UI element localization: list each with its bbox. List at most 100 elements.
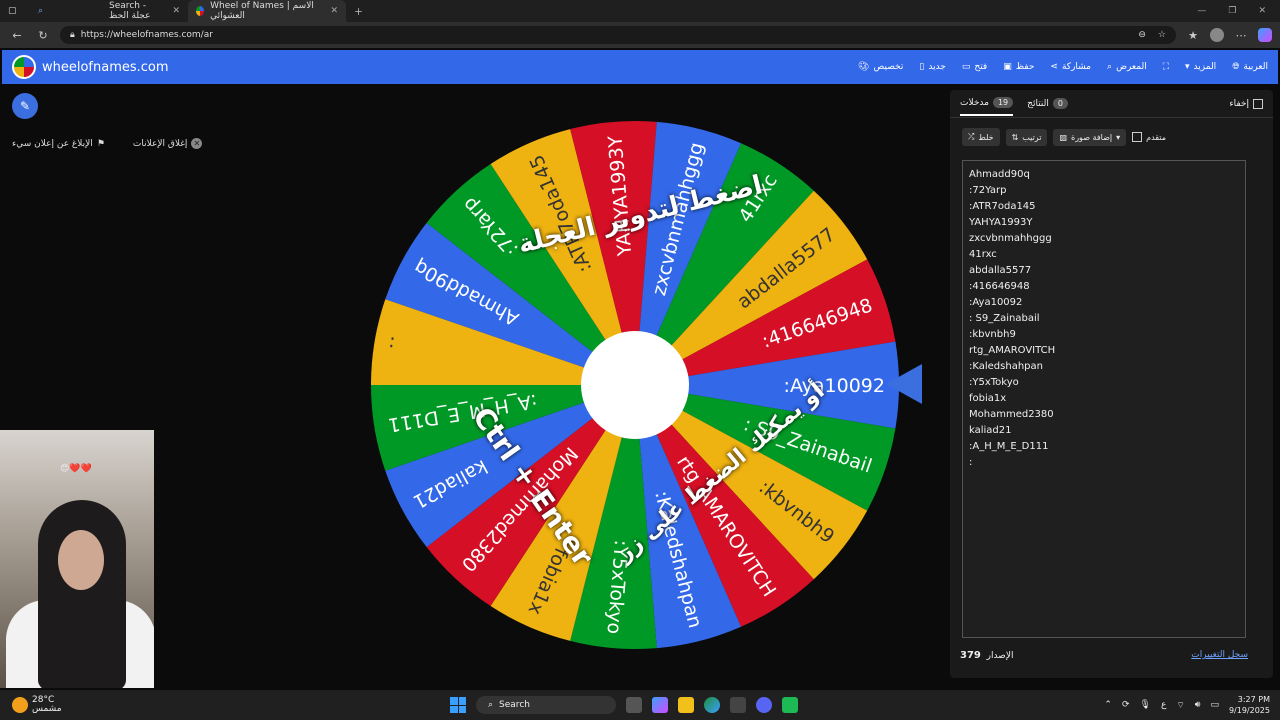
share-button[interactable]: ⋖ مشاركة	[1050, 62, 1091, 72]
palette-icon: 🎨︎	[858, 62, 870, 72]
store-icon[interactable]	[730, 697, 746, 713]
restore-icon[interactable]: ❐	[1228, 6, 1236, 16]
entry-line: fobia1x	[969, 393, 1007, 404]
language-indicator[interactable]: ع	[1161, 700, 1166, 710]
fullscreen-icon: ⛶	[1162, 62, 1170, 72]
wheel-hub[interactable]	[581, 331, 689, 439]
pencil-icon: ✎	[19, 99, 31, 113]
more-menu-button[interactable]: ▾ المزيد	[1185, 62, 1216, 72]
copilot-icon[interactable]	[1258, 28, 1272, 42]
reader-icon[interactable]: ⊖	[1138, 30, 1146, 40]
profile-avatar[interactable]	[1210, 28, 1224, 42]
browser-tab-bar: ▢ ⌕ Search - عجلة الحظ ✕ Wheel of Names …	[0, 0, 1280, 22]
shuffle-label: خلط	[978, 132, 994, 142]
changelog-link[interactable]: سجل التغييرات	[1191, 650, 1248, 661]
open-button[interactable]: ▭ فتح	[962, 62, 987, 72]
webcam-person-hijab	[38, 500, 126, 688]
report-ad-link[interactable]: الإبلاغ عن إعلان سيء ⚑	[12, 138, 105, 149]
menu-label: فتح	[974, 62, 988, 72]
tab-label: Wheel of Names | الاسم العشوائي	[210, 1, 314, 21]
entry-line: :ATR7oda145	[969, 201, 1036, 212]
version-number: 379	[960, 650, 981, 661]
hide-toggle[interactable]: إخفاء	[1229, 98, 1263, 109]
minimize-icon[interactable]: —	[1197, 6, 1206, 16]
hearts-icon: 😍❤️❤️	[60, 464, 92, 474]
spin-wheel[interactable]: Ahmadd90q:72Yarp:ATR7oda145 YAHYA1993Y zxc…	[369, 119, 901, 651]
gallery-button[interactable]: ⌕ المعرض	[1107, 62, 1147, 72]
shuffle-icon: ⤮	[968, 132, 975, 141]
entry-line: YAHYA1993Y	[969, 217, 1033, 228]
entry-line: :72Yarp	[969, 185, 1007, 196]
save-button[interactable]: ▣ حفظ	[1003, 62, 1034, 72]
sort-button[interactable]: ⇅ ترتيب	[1005, 128, 1048, 146]
wheel-svg[interactable]: Ahmadd90q:72Yarp:ATR7oda145 YAHYA1993Y zxc…	[369, 119, 901, 651]
file-explorer-icon[interactable]	[678, 697, 694, 713]
window-controls: — ❐ ✕	[1197, 6, 1280, 16]
discord-icon[interactable]	[756, 697, 772, 713]
menu-label: جديد	[928, 62, 946, 72]
customize-button[interactable]: 🎨︎ تخصيص	[858, 62, 903, 72]
task-view-icon[interactable]	[626, 697, 642, 713]
sort-label: ترتيب	[1022, 132, 1042, 142]
favorite-star-icon[interactable]: ☆	[1158, 30, 1166, 40]
entry-line: :kbvnbh9	[969, 329, 1016, 340]
sun-icon	[12, 697, 28, 713]
entries-textarea[interactable]: Ahmadd90q :72Yarp :ATR7oda145 YAHYA1993Y zxc…	[962, 160, 1246, 638]
tab-label: Search - عجلة الحظ	[109, 1, 151, 21]
shuffle-button[interactable]: ⤮ خلط	[962, 128, 1000, 146]
app-icon[interactable]	[782, 697, 798, 713]
advanced-checkbox[interactable]	[1132, 132, 1143, 142]
entry-line: :416646948	[969, 281, 1030, 292]
chevron-up-icon[interactable]: ⌃	[1104, 700, 1112, 710]
copilot-icon[interactable]	[652, 697, 668, 713]
clock[interactable]: 3:27 PM 9/19/2025	[1229, 694, 1270, 716]
tab-search[interactable]: ⌕ Search - عجلة الحظ ✕	[30, 0, 188, 22]
entries-toolbar: ⤮ خلط ⇅ ترتيب ▨ إضافة صورة ▾ متقدم	[950, 118, 1273, 156]
close-icon[interactable]: ✕	[330, 6, 338, 16]
tab-entries[interactable]: مدخلات 19	[960, 91, 1014, 116]
entry-line: Ahmadd90q	[969, 169, 1030, 180]
battery-icon[interactable]: ▭	[1210, 700, 1219, 710]
advanced-toggle[interactable]: متقدم	[1132, 132, 1166, 142]
language-button[interactable]: 🌐︎ العربية	[1232, 62, 1268, 72]
weather-widget[interactable]: 28°C مشمس	[12, 696, 62, 714]
add-image-button[interactable]: ▨ إضافة صورة ▾	[1053, 128, 1127, 146]
webcam-person-face	[58, 530, 104, 590]
clock-time: 3:27 PM	[1237, 695, 1270, 704]
taskbar-search[interactable]: ⌕ Search	[476, 696, 616, 714]
flag-icon: ⚑	[96, 138, 105, 149]
sync-icon[interactable]: ⟳	[1122, 700, 1130, 710]
url-field[interactable]: 🔒︎ https://wheelofnames.com/ar ⊖ ☆	[60, 26, 1176, 44]
close-icon[interactable]: ✕	[172, 6, 180, 16]
more-icon[interactable]: ⋯	[1232, 29, 1250, 42]
tab-results[interactable]: النتائج 0	[1027, 92, 1068, 115]
back-icon[interactable]: ←	[8, 29, 26, 42]
wifi-icon[interactable]: ⌔	[1176, 700, 1184, 711]
new-button[interactable]: ▯ جديد	[919, 62, 945, 72]
hide-checkbox[interactable]	[1253, 98, 1263, 109]
tab-actions-icon[interactable]: ▢	[0, 0, 30, 22]
entry-line: Mohammed2380	[969, 409, 1054, 420]
logo-icon[interactable]	[12, 55, 36, 79]
close-window-icon[interactable]: ✕	[1258, 6, 1266, 16]
version-info: 379 الإصدار	[960, 650, 1013, 661]
close-ads-link[interactable]: إغلاق الإعلانات ✕	[133, 138, 203, 149]
volume-icon[interactable]: 🔊︎	[1195, 700, 1201, 710]
lock-icon: 🔒︎	[70, 30, 75, 40]
reload-icon[interactable]: ↻	[34, 29, 52, 42]
entry-line: zxcvbnmahhggg	[969, 233, 1052, 244]
new-tab-button[interactable]: ＋	[346, 0, 371, 22]
tab-wheel-of-names[interactable]: Wheel of Names | الاسم العشوائي ✕	[188, 0, 346, 22]
microphone-icon[interactable]: 🎙︎	[1140, 700, 1151, 710]
favorites-icon[interactable]: ★	[1184, 29, 1202, 42]
edit-pencil-button[interactable]: ✎	[12, 93, 38, 119]
windows-start-icon[interactable]	[450, 697, 466, 713]
hide-label: إخفاء	[1229, 98, 1249, 109]
search-icon: ⌕	[1107, 62, 1113, 72]
site-brand[interactable]: wheelofnames.com	[42, 60, 169, 75]
taskbar-apps: ⌕ Search	[450, 696, 798, 714]
edge-browser-icon[interactable]	[704, 697, 720, 713]
url-text: https://wheelofnames.com/ar	[80, 30, 213, 40]
fullscreen-button[interactable]: ⛶	[1163, 62, 1169, 72]
advanced-label: متقدم	[1146, 132, 1167, 142]
